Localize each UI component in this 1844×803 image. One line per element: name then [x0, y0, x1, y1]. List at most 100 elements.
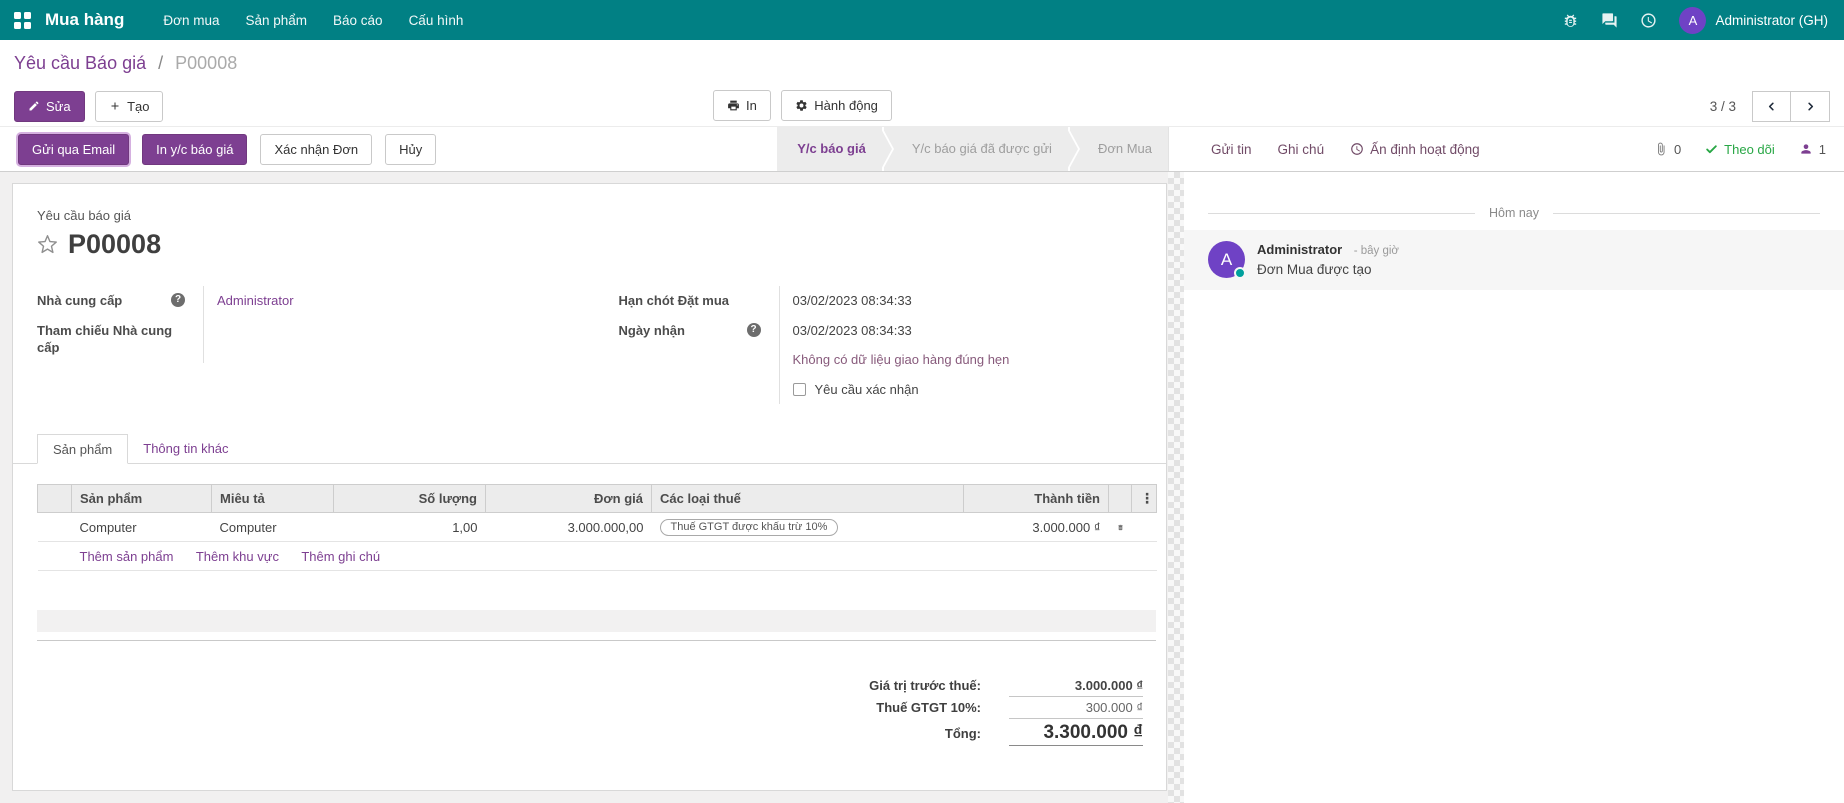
pager-buttons [1752, 91, 1830, 122]
online-presence-dot [1234, 267, 1246, 279]
confirm-order-button[interactable]: Xác nhận Đơn [260, 134, 372, 165]
tax-amount-value: 300.000 ₫ [1009, 700, 1143, 719]
send-by-email-button[interactable]: Gửi qua Email [18, 134, 129, 165]
add-product-link[interactable]: Thêm sản phẩm [80, 549, 174, 564]
left-field-group: Nhà cung cấp ? Administrator Tham chiếu … [37, 286, 599, 404]
tab-products[interactable]: Sản phẩm [37, 434, 128, 464]
order-line-row[interactable]: Computer Computer 1,00 3.000.000,00 Thuế… [38, 513, 1157, 542]
message-author[interactable]: Administrator [1257, 242, 1342, 257]
form-subtitle: Yêu cầu báo giá [37, 208, 1160, 223]
chatter-topbar: Gửi tin Ghi chú Ấn định hoạt động 0 Theo… [1168, 127, 1844, 171]
menu-reporting[interactable]: Báo cáo [333, 13, 383, 28]
col-delete [1109, 485, 1132, 513]
cell-taxes[interactable]: Thuế GTGT được khấu trừ 10% [652, 513, 964, 542]
total-value: 3.300.000 ₫ [1009, 722, 1143, 746]
schedule-activity-button[interactable]: Ấn định hoạt động [1350, 142, 1480, 157]
vendor-label: Nhà cung cấp ? [37, 286, 203, 316]
print-button[interactable]: In [713, 90, 771, 121]
panel-resize-gutter [1168, 172, 1184, 803]
send-message-button[interactable]: Gửi tin [1211, 142, 1252, 157]
add-section-link[interactable]: Thêm khu vực [196, 549, 279, 564]
pager-previous-button[interactable] [1752, 91, 1791, 122]
tax-badge: Thuế GTGT được khấu trừ 10% [660, 519, 839, 536]
add-line-row: Thêm sản phẩm Thêm khu vực Thêm ghi chú [38, 542, 1157, 571]
gear-icon [795, 99, 808, 112]
col-quantity[interactable]: Số lượng [334, 485, 486, 513]
pager-next-button[interactable] [1791, 91, 1830, 122]
trash-icon [1117, 521, 1124, 534]
pager-counter: 3 / 3 [1710, 99, 1736, 114]
followers-button[interactable]: 1 [1799, 142, 1826, 157]
order-lines-table: Sản phẩm Miêu tả Số lượng Đơn giá Các lo… [37, 484, 1157, 571]
vendor-value-link[interactable]: Administrator [217, 293, 294, 308]
chatter-panel: Hôm nay A Administrator - bây giờ Đơn Mu… [1184, 172, 1844, 803]
col-taxes[interactable]: Các loại thuế [652, 485, 964, 513]
favorite-star-icon[interactable] [37, 234, 58, 255]
cell-description[interactable]: Computer [212, 513, 334, 542]
cancel-button[interactable]: Hủy [385, 134, 436, 165]
print-rfq-button[interactable]: In y/c báo giá [142, 134, 247, 165]
order-deadline-value[interactable]: 03/02/2023 08:34:33 [779, 286, 1161, 316]
col-subtotal[interactable]: Thành tiền [964, 485, 1109, 513]
cell-quantity[interactable]: 1,00 [334, 513, 486, 542]
menu-orders[interactable]: Đơn mua [163, 13, 219, 28]
printer-icon [727, 99, 740, 112]
stage-rfq[interactable]: Y/c báo giá [777, 127, 882, 171]
cell-unit-price[interactable]: 3.000.000,00 [486, 513, 652, 542]
messages-icon[interactable] [1601, 12, 1618, 29]
record-title: P00008 [68, 229, 161, 260]
form-statusbar: Gửi qua Email In y/c báo giá Xác nhận Đơ… [0, 127, 1168, 171]
cell-product[interactable]: Computer [72, 513, 212, 542]
attachments-button[interactable]: 0 [1654, 142, 1681, 157]
ask-confirmation-checkbox[interactable] [793, 383, 806, 396]
person-icon [1799, 142, 1813, 156]
breadcrumb-current: P00008 [175, 53, 237, 73]
apps-menu-icon[interactable] [14, 12, 31, 29]
following-button[interactable]: Theo dõi [1705, 142, 1775, 157]
right-field-group: Hạn chót Đặt mua 03/02/2023 08:34:33 Ngà… [599, 286, 1161, 404]
chatter-message: A Administrator - bây giờ Đơn Mua được t… [1184, 230, 1844, 290]
total-label: Tổng: [945, 726, 981, 741]
record-buttons: Sửa Tạo [14, 91, 163, 122]
message-body: Đơn Mua được tạo [1257, 262, 1399, 277]
menu-products[interactable]: Sản phẩm [245, 13, 307, 28]
action-button[interactable]: Hành động [781, 90, 892, 121]
receipt-date-help-icon: ? [747, 323, 761, 337]
delete-line-button[interactable] [1117, 521, 1124, 534]
plus-icon [109, 100, 121, 112]
user-menu[interactable]: A Administrator (GH) [1679, 7, 1828, 34]
edit-button[interactable]: Sửa [14, 91, 85, 122]
debug-bug-icon[interactable] [1562, 12, 1579, 29]
receipt-date-value[interactable]: 03/02/2023 08:34:33 [779, 316, 1161, 346]
vendor-help-icon: ? [171, 293, 185, 307]
stage-purchase-order[interactable]: Đơn Mua [1070, 127, 1168, 171]
col-unit-price[interactable]: Đơn giá [486, 485, 652, 513]
date-divider: Hôm nay [1208, 206, 1820, 220]
breadcrumb-parent-link[interactable]: Yêu cầu Báo giá [14, 53, 146, 73]
print-action-buttons: In Hành động [713, 90, 892, 121]
stage-indicator: Y/c báo giá Y/c báo giá đã được gửi Đơn … [775, 127, 1168, 171]
message-avatar: A [1208, 241, 1245, 278]
chevron-left-icon [1766, 101, 1777, 112]
activities-clock-icon[interactable] [1640, 12, 1657, 29]
vendor-reference-value[interactable] [203, 316, 599, 363]
user-avatar: A [1679, 7, 1706, 34]
schedule-clock-icon [1350, 142, 1364, 156]
receipt-date-label: Ngày nhận ? [599, 316, 779, 346]
app-name[interactable]: Mua hàng [45, 10, 124, 30]
cell-subtotal: 3.000.000 ₫ [964, 513, 1109, 542]
col-description[interactable]: Miêu tả [212, 485, 334, 513]
col-product[interactable]: Sản phẩm [72, 485, 212, 513]
add-note-link[interactable]: Thêm ghi chú [301, 549, 380, 564]
untaxed-amount-label: Giá trị trước thuế: [869, 678, 981, 693]
log-note-button[interactable]: Ghi chú [1278, 142, 1325, 157]
tab-other-information[interactable]: Thông tin khác [128, 434, 243, 463]
menu-configuration[interactable]: Cấu hình [409, 13, 464, 28]
optional-columns-icon[interactable]: ⋮ [1132, 485, 1157, 513]
create-button[interactable]: Tạo [95, 91, 163, 122]
tax-amount-label: Thuế GTGT 10%: [876, 700, 981, 715]
follower-count: 1 [1819, 142, 1826, 157]
order-totals: Giá trị trước thuế: 3.000.000 ₫ Thuế GTG… [713, 675, 1143, 746]
stage-rfq-sent[interactable]: Y/c báo giá đã được gửi [884, 127, 1068, 171]
on-time-delivery-note[interactable]: Không có dữ liệu giao hàng đúng hẹn [793, 352, 1010, 367]
